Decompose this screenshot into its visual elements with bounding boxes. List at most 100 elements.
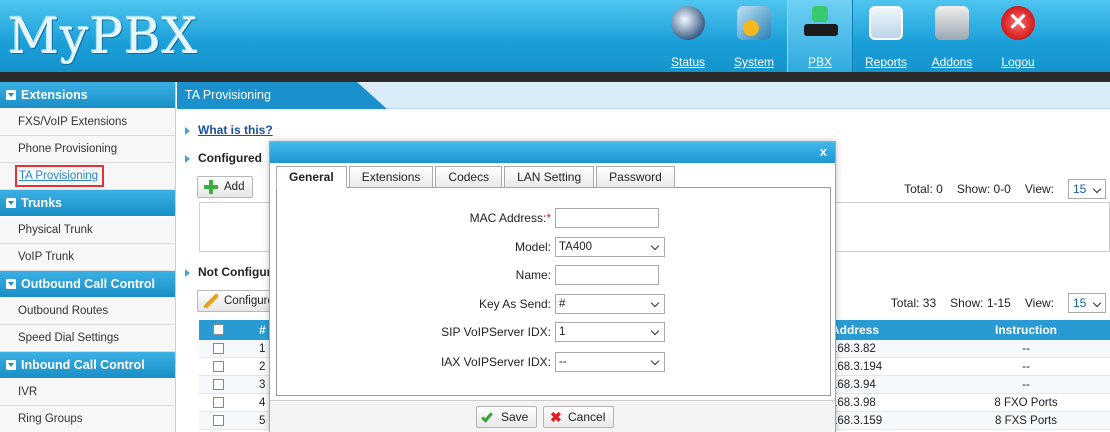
add-button[interactable]: Add — [197, 176, 254, 198]
system-icon — [737, 6, 771, 40]
close-icon[interactable]: x — [820, 144, 827, 159]
cancel-label: Cancel — [568, 410, 606, 424]
sidebar-item-phone-provisioning[interactable]: Phone Provisioning — [0, 136, 175, 163]
dialog-body: MAC Address:* Model: TA400 Name: Key As … — [276, 188, 831, 396]
nav-label: Addons — [931, 55, 973, 69]
row-num: 5 — [259, 415, 266, 427]
nav-pbx[interactable]: PBX — [787, 0, 853, 72]
add-label: Add — [224, 181, 245, 193]
logout-icon: ✕ — [1001, 6, 1035, 40]
save-button[interactable]: Save — [476, 406, 538, 428]
tab-codecs[interactable]: Codecs — [435, 166, 503, 188]
plus-icon — [204, 180, 218, 194]
save-label: Save — [501, 410, 529, 424]
total-count: Total: 33 — [890, 296, 937, 310]
sidebar-item-ivr[interactable]: IVR — [0, 379, 175, 406]
select-all-checkbox[interactable] — [213, 324, 224, 335]
nav-logout[interactable]: ✕ Logou — [985, 0, 1051, 72]
name-input[interactable] — [555, 265, 659, 285]
sidebar-item-ring-groups[interactable]: Ring Groups — [0, 406, 175, 432]
sidebar-item-voip-trunk[interactable]: VoIP Trunk — [0, 244, 175, 271]
view-label: View: — [1024, 296, 1054, 310]
dialog-tabs: General Extensions Codecs LAN Setting Pa… — [276, 166, 831, 188]
nav-system[interactable]: System — [721, 0, 787, 72]
pbx-icon — [804, 6, 838, 40]
key-as-send-select[interactable]: # — [555, 294, 665, 314]
not-configured-label: Not Configur — [198, 265, 272, 279]
row-checkbox[interactable] — [213, 361, 224, 372]
row-checkbox[interactable] — [213, 343, 224, 354]
row-checkbox[interactable] — [213, 397, 224, 408]
sidebar-section-extensions[interactable]: Extensions — [0, 82, 175, 109]
row-checkbox[interactable] — [213, 379, 224, 390]
sidebar-item-label: TA Provisioning — [15, 165, 105, 187]
tab-general[interactable]: General — [276, 166, 347, 188]
nav-status[interactable]: Status — [655, 0, 721, 72]
checkmark-icon — [481, 410, 493, 423]
arrow-right-icon — [185, 154, 190, 163]
header-band — [0, 72, 1110, 82]
view-select[interactable]: 15 — [1068, 293, 1106, 313]
row-num: 3 — [259, 379, 266, 391]
sidebar-item-outbound-routes[interactable]: Outbound Routes — [0, 298, 175, 325]
mac-address-input[interactable] — [555, 208, 659, 228]
not-configured-pagination: Total: 33 Show: 1-15 View: 15 — [891, 293, 1106, 313]
section-title: Extensions — [21, 87, 88, 102]
mac-address-label: MAC Address:* — [470, 211, 551, 225]
name-row: Name: — [277, 265, 832, 287]
show-range: Show: 1-15 — [950, 296, 1011, 310]
pencil-icon — [204, 294, 218, 308]
arrow-right-icon — [185, 268, 190, 277]
sidebar-item-ta-provisioning[interactable]: TA Provisioning — [0, 163, 175, 190]
iax-voipserver-select[interactable]: -- — [555, 352, 665, 372]
row-address: 168.3.194 — [831, 361, 883, 373]
nav-label: PBX — [807, 55, 832, 69]
tab-ta-provisioning[interactable]: TA Provisioning — [177, 82, 387, 109]
sip-voipserver-select[interactable]: 1 — [555, 322, 665, 342]
sidebar-item-speed-dial-settings[interactable]: Speed Dial Settings — [0, 325, 175, 352]
row-num: 2 — [259, 361, 266, 373]
model-select[interactable]: TA400 — [555, 237, 665, 257]
tab-lan-setting[interactable]: LAN Setting — [504, 166, 595, 188]
app-logo: MyPBX — [8, 7, 199, 65]
row-checkbox[interactable] — [213, 415, 224, 426]
mac-address-row: MAC Address:* — [277, 208, 832, 230]
view-select[interactable]: 15 — [1068, 179, 1106, 199]
tab-extensions[interactable]: Extensions — [348, 166, 434, 188]
configure-label: Configure — [224, 295, 274, 307]
reports-icon — [869, 6, 903, 40]
sidebar-item-fxs-voip-extensions[interactable]: FXS/VoIP Extensions — [0, 109, 175, 136]
row-address: 168.3.82 — [831, 343, 876, 355]
addons-icon — [935, 6, 969, 40]
row-instruction: -- — [1022, 361, 1030, 373]
arrow-right-icon — [185, 126, 190, 135]
sidebar-section-trunks[interactable]: Trunks — [0, 190, 175, 217]
dialog-titlebar[interactable]: x — [270, 142, 835, 163]
row-instruction: 8 FXS Ports — [995, 415, 1057, 427]
mac-address-label-text: MAC Address: — [469, 211, 547, 225]
configured-label: Configured — [198, 151, 262, 165]
key-as-send-row: Key As Send: # — [277, 294, 832, 316]
nav-label: Logou — [1001, 55, 1035, 69]
nav-addons[interactable]: Addons — [919, 0, 985, 72]
row-num: 4 — [259, 397, 266, 409]
sidebar-section-inbound[interactable]: Inbound Call Control — [0, 352, 175, 379]
nav-label: Reports — [864, 55, 908, 69]
collapse-icon — [6, 198, 16, 208]
configured-pagination: Total: 0 Show: 0-0 View: 15 — [904, 179, 1106, 199]
tab-password[interactable]: Password — [596, 166, 675, 188]
row-num: 1 — [259, 343, 266, 355]
collapse-icon — [6, 90, 16, 100]
main-nav: Status System PBX Reports Addons ✕ Logou — [655, 0, 1051, 72]
show-range: Show: 0-0 — [956, 182, 1011, 196]
row-instruction: -- — [1022, 343, 1030, 355]
section-title: Trunks — [21, 195, 62, 210]
sidebar-item-physical-trunk[interactable]: Physical Trunk — [0, 217, 175, 244]
collapse-icon — [6, 279, 16, 289]
page-tabbar: TA Provisioning — [177, 82, 1110, 109]
cancel-button[interactable]: ✖ Cancel — [543, 406, 615, 428]
what-is-this-link[interactable]: What is this? — [185, 123, 273, 137]
total-count: Total: 0 — [904, 182, 943, 196]
nav-reports[interactable]: Reports — [853, 0, 919, 72]
sidebar-section-outbound[interactable]: Outbound Call Control — [0, 271, 175, 298]
